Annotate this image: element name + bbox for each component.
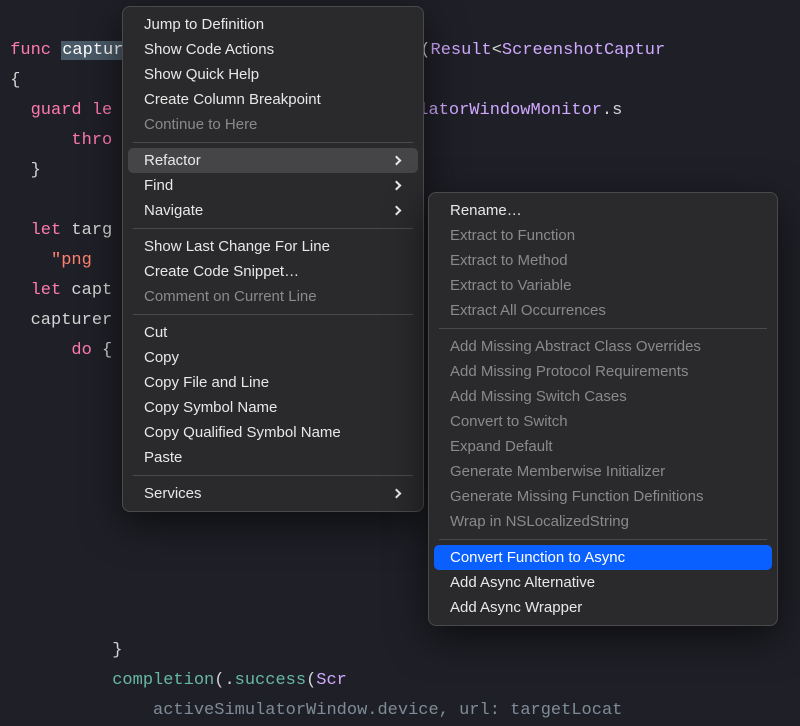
menu-separator	[133, 314, 413, 315]
refactor-submenu[interactable]: Rename… Extract to Function Extract to M…	[428, 192, 778, 626]
type-screenshot: ScreenshotCaptur	[502, 41, 665, 60]
submenu-extract-all: Extract All Occurrences	[434, 298, 772, 323]
menu-continue-here: Continue to Here	[128, 112, 418, 137]
submenu-protocol-reqs: Add Missing Protocol Requirements	[434, 359, 772, 384]
menu-separator	[133, 142, 413, 143]
submenu-convert-async[interactable]: Convert Function to Async	[434, 545, 772, 570]
menu-separator	[133, 228, 413, 229]
chevron-right-icon	[392, 181, 402, 191]
submenu-convert-switch: Convert to Switch	[434, 409, 772, 434]
menu-jump-definition[interactable]: Jump to Definition	[128, 12, 418, 37]
menu-separator	[439, 539, 767, 540]
menu-copy-symbol[interactable]: Copy Symbol Name	[128, 395, 418, 420]
menu-navigate[interactable]: Navigate	[128, 198, 418, 223]
menu-copy[interactable]: Copy	[128, 345, 418, 370]
menu-separator	[133, 475, 413, 476]
submenu-extract-function: Extract to Function	[434, 223, 772, 248]
chevron-right-icon	[392, 156, 402, 166]
menu-cut[interactable]: Cut	[128, 320, 418, 345]
chevron-right-icon	[392, 206, 402, 216]
menu-paste[interactable]: Paste	[128, 445, 418, 470]
submenu-async-alternative[interactable]: Add Async Alternative	[434, 570, 772, 595]
menu-find[interactable]: Find	[128, 173, 418, 198]
chevron-right-icon	[392, 489, 402, 499]
context-menu[interactable]: Jump to Definition Show Code Actions Sho…	[122, 6, 424, 512]
submenu-wrap-nslocalized: Wrap in NSLocalizedString	[434, 509, 772, 534]
menu-services[interactable]: Services	[128, 481, 418, 506]
menu-copy-file-line[interactable]: Copy File and Line	[128, 370, 418, 395]
menu-quick-help[interactable]: Show Quick Help	[128, 62, 418, 87]
submenu-memberwise-init: Generate Memberwise Initializer	[434, 459, 772, 484]
submenu-extract-method: Extract to Method	[434, 248, 772, 273]
type-result: Result	[431, 41, 492, 60]
menu-create-snippet[interactable]: Create Code Snippet…	[128, 259, 418, 284]
menu-separator	[439, 328, 767, 329]
menu-column-breakpoint[interactable]: Create Column Breakpoint	[128, 87, 418, 112]
submenu-async-wrapper[interactable]: Add Async Wrapper	[434, 595, 772, 620]
submenu-switch-cases: Add Missing Switch Cases	[434, 384, 772, 409]
submenu-expand-default: Expand Default	[434, 434, 772, 459]
submenu-rename[interactable]: Rename…	[434, 198, 772, 223]
submenu-missing-functions: Generate Missing Function Definitions	[434, 484, 772, 509]
submenu-abstract-overrides: Add Missing Abstract Class Overrides	[434, 334, 772, 359]
menu-copy-qualified-symbol[interactable]: Copy Qualified Symbol Name	[128, 420, 418, 445]
menu-last-change[interactable]: Show Last Change For Line	[128, 234, 418, 259]
submenu-extract-variable: Extract to Variable	[434, 273, 772, 298]
menu-comment-line: Comment on Current Line	[128, 284, 418, 309]
menu-code-actions[interactable]: Show Code Actions	[128, 37, 418, 62]
fn-completion: completion	[112, 671, 214, 690]
menu-refactor[interactable]: Refactor	[128, 148, 418, 173]
keyword-func: func	[10, 41, 51, 60]
